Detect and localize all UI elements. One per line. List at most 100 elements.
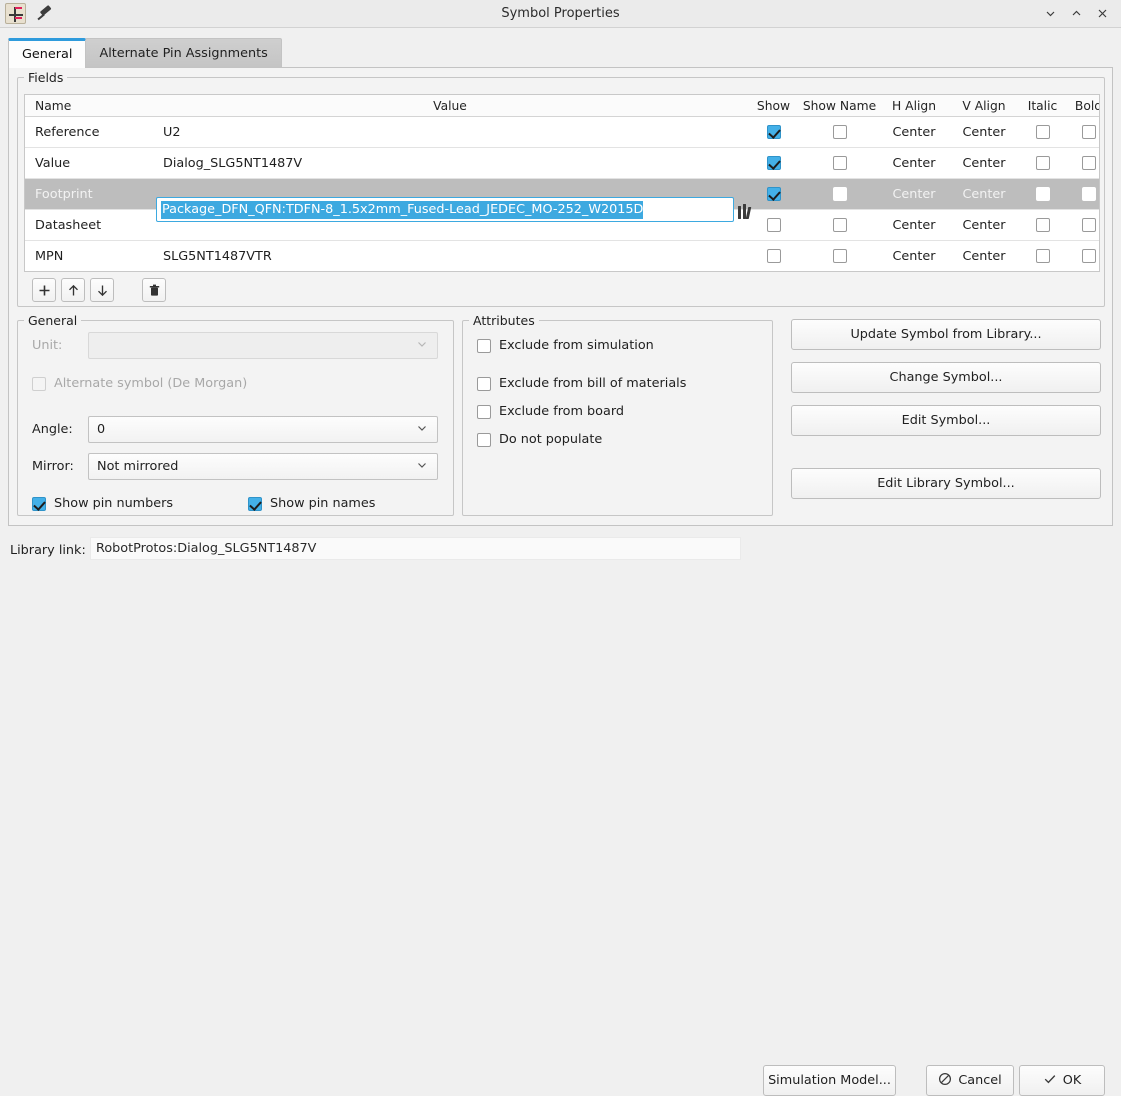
library-link-value: RobotProtos:Dialog_SLG5NT1487V	[90, 537, 741, 560]
v-align-value[interactable]: Center	[949, 156, 1019, 171]
table-row[interactable]: Footprint Package_DFN_QFN:TDFN-8_1.5x2mm…	[25, 179, 1099, 210]
tab-alternate-pin-assignments[interactable]: Alternate Pin Assignments	[85, 38, 281, 68]
h-align-value[interactable]: Center	[879, 218, 949, 233]
do-not-populate-row[interactable]: Do not populate	[477, 432, 602, 447]
v-align-value[interactable]: Center	[949, 125, 1019, 140]
column-header-show-name[interactable]: Show Name	[800, 99, 879, 113]
general-group: General Unit: Alternate symbol (De Morga…	[17, 320, 454, 516]
show-name-checkbox[interactable]	[800, 156, 879, 170]
alternate-symbol-checkbox	[32, 377, 46, 391]
column-header-v-align[interactable]: V Align	[949, 99, 1019, 113]
field-value[interactable]: U2	[153, 125, 747, 140]
exclude-from-simulation-row[interactable]: Exclude from simulation	[477, 338, 654, 353]
italic-checkbox[interactable]	[1019, 218, 1066, 232]
h-align-value[interactable]: Center	[879, 156, 949, 171]
bold-checkbox[interactable]	[1066, 249, 1100, 263]
bold-checkbox[interactable]	[1066, 218, 1100, 232]
show-checkbox[interactable]	[747, 156, 800, 170]
move-field-up-button[interactable]	[61, 278, 85, 302]
simulation-model-label: Simulation Model...	[768, 1073, 891, 1088]
column-header-bold[interactable]: Bold	[1066, 99, 1100, 113]
field-name: Value	[25, 156, 153, 171]
ok-button[interactable]: OK	[1019, 1065, 1105, 1096]
add-field-button[interactable]	[32, 278, 56, 302]
edit-symbol-label: Edit Symbol...	[902, 413, 991, 428]
edit-library-symbol-button[interactable]: Edit Library Symbol...	[791, 468, 1101, 499]
bold-checkbox[interactable]	[1066, 156, 1100, 170]
field-value[interactable]: SLG5NT1487VTR	[153, 249, 747, 264]
fields-table[interactable]: Name Value Show Show Name H Align V Alig…	[24, 94, 1100, 272]
close-button[interactable]	[1089, 1, 1115, 27]
change-symbol-label: Change Symbol...	[890, 370, 1003, 385]
h-align-value[interactable]: Center	[879, 187, 949, 202]
exclude-from-bom-row[interactable]: Exclude from bill of materials	[477, 376, 686, 391]
bold-checkbox[interactable]	[1066, 125, 1100, 139]
h-align-value[interactable]: Center	[879, 249, 949, 264]
column-header-show[interactable]: Show	[747, 99, 800, 113]
italic-checkbox[interactable]	[1019, 249, 1066, 263]
show-pin-names-row[interactable]: Show pin names	[248, 496, 375, 511]
italic-checkbox[interactable]	[1019, 125, 1066, 139]
column-header-name[interactable]: Name	[25, 99, 153, 113]
bold-checkbox[interactable]	[1066, 187, 1100, 201]
chevron-down-icon	[416, 422, 428, 438]
exclude-from-board-checkbox[interactable]	[477, 405, 491, 419]
exclude-from-bom-checkbox[interactable]	[477, 377, 491, 391]
italic-checkbox[interactable]	[1019, 187, 1066, 201]
unit-select	[88, 332, 438, 359]
do-not-populate-checkbox[interactable]	[477, 433, 491, 447]
field-value[interactable]: Dialog_SLG5NT1487V	[153, 156, 747, 171]
show-name-checkbox[interactable]	[800, 125, 879, 139]
tab-general-label: General	[22, 47, 72, 62]
show-pin-numbers-checkbox[interactable]	[32, 497, 46, 511]
maximize-button[interactable]	[1063, 1, 1089, 27]
move-field-down-button[interactable]	[90, 278, 114, 302]
column-header-h-align[interactable]: H Align	[879, 99, 949, 113]
table-row[interactable]: Value Dialog_SLG5NT1487V Center Center	[25, 148, 1099, 179]
edit-symbol-button[interactable]: Edit Symbol...	[791, 405, 1101, 436]
pin-icon[interactable]	[35, 4, 55, 24]
mirror-select[interactable]: Not mirrored	[88, 453, 438, 480]
show-checkbox[interactable]	[747, 218, 800, 232]
simulation-model-button[interactable]: Simulation Model...	[763, 1065, 896, 1096]
field-name: Reference	[25, 125, 153, 140]
v-align-value[interactable]: Center	[949, 218, 1019, 233]
library-books-icon[interactable]	[738, 200, 758, 219]
show-pin-numbers-row[interactable]: Show pin numbers	[32, 496, 173, 511]
column-header-italic[interactable]: Italic	[1019, 99, 1066, 113]
footprint-value-input[interactable]: Package_DFN_QFN:TDFN-8_1.5x2mm_Fused-Lea…	[156, 197, 734, 222]
cancel-button[interactable]: Cancel	[926, 1065, 1014, 1096]
exclude-from-simulation-checkbox[interactable]	[477, 339, 491, 353]
show-name-checkbox[interactable]	[800, 249, 879, 263]
show-checkbox[interactable]	[747, 249, 800, 263]
tab-general[interactable]: General	[8, 38, 86, 68]
v-align-value[interactable]: Center	[949, 187, 1019, 202]
v-align-value[interactable]: Center	[949, 249, 1019, 264]
show-checkbox[interactable]	[747, 125, 800, 139]
update-symbol-from-library-button[interactable]: Update Symbol from Library...	[791, 319, 1101, 350]
field-name: Datasheet	[25, 218, 153, 233]
show-name-checkbox[interactable]	[800, 187, 879, 201]
delete-field-button[interactable]	[142, 278, 166, 302]
angle-select[interactable]: 0	[88, 416, 438, 443]
italic-checkbox[interactable]	[1019, 156, 1066, 170]
library-link-label: Library link:	[10, 543, 86, 558]
table-row[interactable]: MPN SLG5NT1487VTR Center Center	[25, 241, 1099, 272]
change-symbol-button[interactable]: Change Symbol...	[791, 362, 1101, 393]
mirror-value: Not mirrored	[97, 459, 178, 474]
angle-value: 0	[97, 422, 105, 437]
mirror-label: Mirror:	[32, 459, 74, 474]
field-name: MPN	[25, 249, 153, 264]
minimize-button[interactable]	[1037, 1, 1063, 27]
angle-label: Angle:	[32, 422, 73, 437]
show-pin-names-checkbox[interactable]	[248, 497, 262, 511]
show-checkbox[interactable]	[747, 187, 800, 201]
show-name-checkbox[interactable]	[800, 218, 879, 232]
exclude-from-board-row[interactable]: Exclude from board	[477, 404, 624, 419]
do-not-populate-label: Do not populate	[499, 432, 602, 447]
table-row[interactable]: Reference U2 Center Center	[25, 117, 1099, 148]
column-header-value[interactable]: Value	[153, 99, 747, 113]
footprint-value-selected-text: Package_DFN_QFN:TDFN-8_1.5x2mm_Fused-Lea…	[161, 201, 643, 219]
h-align-value[interactable]: Center	[879, 125, 949, 140]
table-header-row: Name Value Show Show Name H Align V Alig…	[25, 95, 1099, 117]
